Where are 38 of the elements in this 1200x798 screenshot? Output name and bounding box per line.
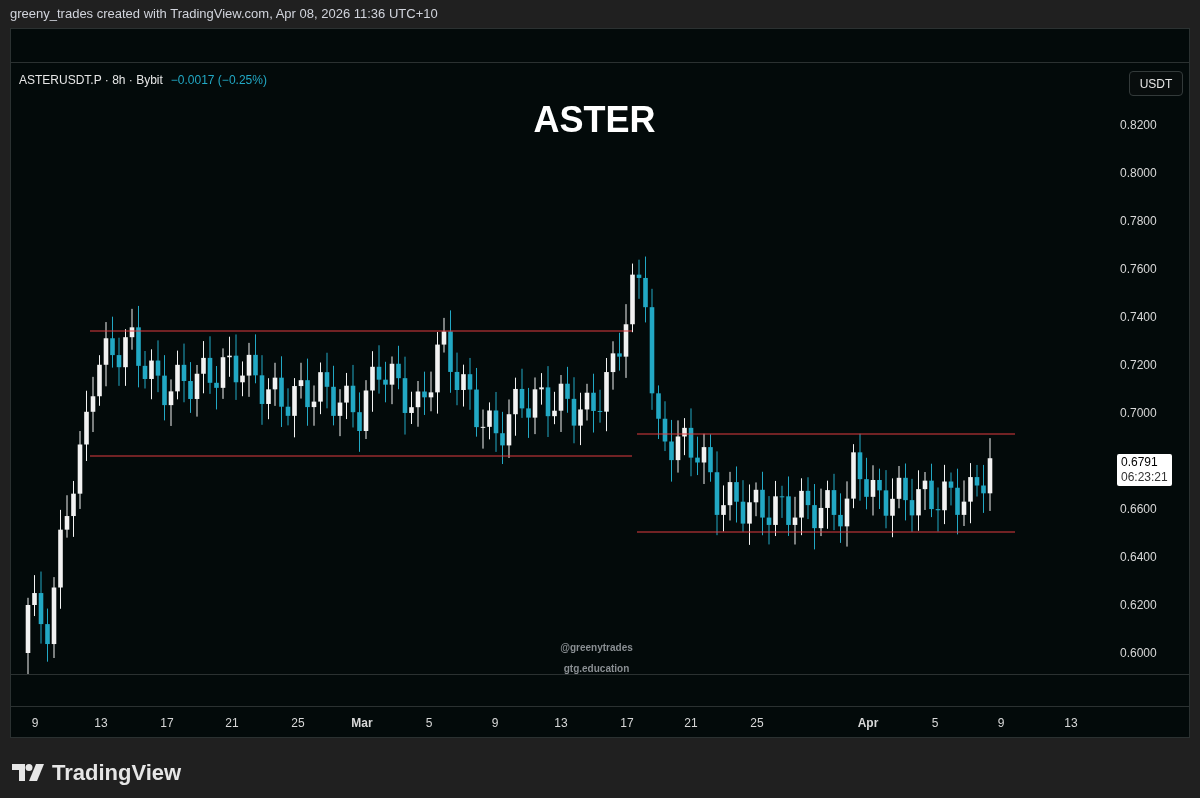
time-label: Apr [857, 715, 879, 732]
price-change: −0.0017 (−0.25%) [170, 72, 267, 89]
time-label: 17 [620, 715, 634, 732]
time-label: 21 [225, 715, 239, 732]
candle-countdown: 06:23:21 [1121, 470, 1168, 485]
time-label: 5 [931, 715, 939, 732]
time-label: 25 [750, 715, 764, 732]
price-label: 0.7600 [1120, 261, 1157, 278]
time-label: 9 [31, 715, 39, 732]
price-label: 0.7000 [1120, 405, 1157, 422]
brand-name: TradingView [52, 759, 182, 787]
time-label: 13 [1064, 715, 1078, 732]
price-label: 0.6000 [1120, 645, 1157, 662]
price-label: 0.7200 [1120, 357, 1157, 374]
symbol-legend: ASTERUSDT.P · 8h · Bybit [19, 71, 163, 89]
time-label: 5 [425, 715, 433, 732]
currency-button[interactable]: USDT [1129, 71, 1183, 96]
watermark-text: @greenytrades [560, 641, 633, 655]
logo-icon [12, 764, 44, 781]
time-label: Mar [351, 715, 373, 732]
price-label: 0.7800 [1120, 213, 1157, 230]
chart-title: ASTER [533, 98, 656, 142]
last-price: 0.6791 [1121, 455, 1159, 470]
chart-caption: greeny_trades created with TradingView.com, Apr 08, 2026 11:36 UTC+10 [10, 5, 438, 24]
price-label: 0.6400 [1120, 549, 1157, 566]
price-label: 0.6600 [1120, 501, 1157, 518]
time-label: 17 [160, 715, 174, 732]
time-label: 25 [291, 715, 305, 732]
price-label: 0.8000 [1120, 165, 1157, 182]
price-label: 0.7400 [1120, 309, 1157, 326]
price-label: 0.8200 [1120, 117, 1157, 134]
watermark-text: gtg.education [563, 662, 630, 676]
time-label: 9 [491, 715, 499, 732]
time-label: 9 [997, 715, 1005, 732]
time-label: 21 [684, 715, 698, 732]
time-label: 13 [94, 715, 108, 732]
price-label: 0.6200 [1120, 597, 1157, 614]
time-label: 13 [554, 715, 568, 732]
